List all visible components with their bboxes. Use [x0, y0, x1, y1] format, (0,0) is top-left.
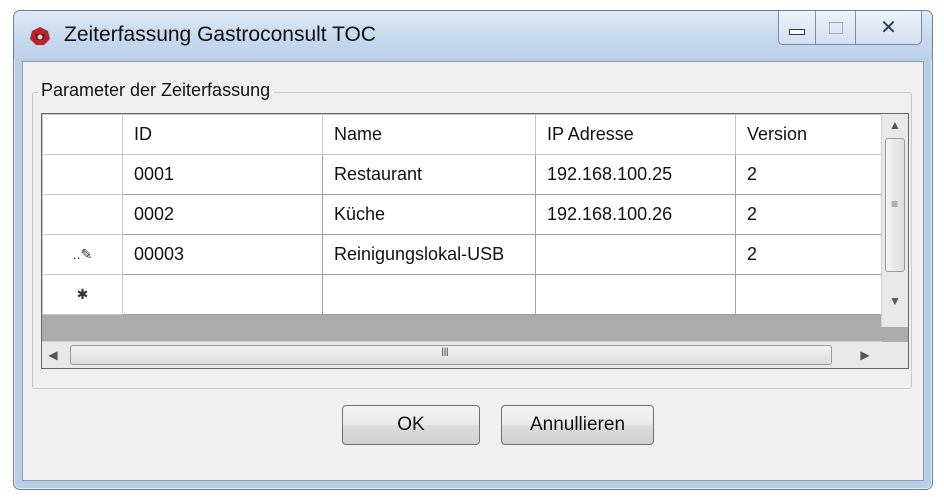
table-row[interactable]: 0002 Küche 192.168.100.26 2 — [42, 194, 891, 235]
cell-name[interactable]: Restaurant — [322, 154, 536, 195]
column-header-id[interactable]: ID — [122, 114, 323, 155]
scrollbar-corner — [882, 342, 908, 368]
window-title: Zeiterfassung Gastroconsult TOC — [64, 23, 377, 46]
dialog-client-area: Parameter der Zeiterfassung ID Name IP A… — [22, 61, 924, 481]
cell-name[interactable] — [322, 274, 536, 315]
cell-id[interactable] — [122, 274, 323, 315]
header-corner[interactable] — [42, 114, 123, 155]
close-button[interactable]: ✕ — [856, 11, 922, 45]
row-header-new-row-asterisk-icon[interactable]: ✱ — [42, 274, 123, 315]
cell-version[interactable]: 2 — [735, 154, 891, 195]
horizontal-scroll-thumb[interactable]: III — [70, 345, 832, 365]
table-row[interactable]: ..✎ 00003 Reinigungslokal-USB 2 — [42, 234, 891, 275]
cell-ip-adresse[interactable]: 192.168.100.26 — [535, 194, 736, 235]
cell-version[interactable] — [735, 274, 891, 315]
cell-ip-adresse[interactable] — [535, 234, 736, 275]
scroll-down-arrow-icon[interactable]: ▼ — [882, 290, 908, 312]
scroll-right-arrow-icon[interactable]: ▶ — [854, 342, 876, 368]
scroll-grip-icon: III — [441, 345, 449, 359]
scroll-grip-icon: ≡ — [891, 197, 899, 211]
column-header-ip-adresse[interactable]: IP Adresse — [535, 114, 736, 155]
vertical-scrollbar[interactable]: ▲ ≡ ▼ — [881, 114, 908, 327]
cell-ip-adresse[interactable] — [535, 274, 736, 315]
cancel-button[interactable]: Annullieren — [501, 405, 654, 445]
ok-button[interactable]: OK — [342, 405, 480, 445]
grid-header-row: ID Name IP Adresse Version — [42, 114, 891, 155]
scroll-up-arrow-icon[interactable]: ▲ — [882, 114, 908, 136]
column-header-name[interactable]: Name — [322, 114, 536, 155]
cell-ip-adresse[interactable]: 192.168.100.25 — [535, 154, 736, 195]
cell-id[interactable]: 0002 — [122, 194, 323, 235]
row-header[interactable] — [42, 194, 123, 235]
maximize-button[interactable] — [816, 11, 856, 45]
gastroconsult-logo-icon — [30, 27, 50, 45]
data-grid[interactable]: ID Name IP Adresse Version 0001 Restaura… — [41, 113, 909, 369]
cell-version[interactable]: 2 — [735, 234, 891, 275]
column-header-version[interactable]: Version — [735, 114, 891, 155]
grid-table: ID Name IP Adresse Version 0001 Restaura… — [42, 114, 891, 315]
horizontal-scrollbar[interactable]: ◀ III ▶ — [42, 341, 882, 368]
new-row[interactable]: ✱ — [42, 274, 891, 315]
window-controls: ✕ — [778, 11, 922, 47]
cell-version[interactable]: 2 — [735, 194, 891, 235]
table-row[interactable]: 0001 Restaurant 192.168.100.25 2 — [42, 154, 891, 195]
minimize-button[interactable] — [778, 11, 816, 45]
close-icon: ✕ — [880, 17, 897, 39]
cell-name[interactable]: Küche — [322, 194, 536, 235]
title-bar[interactable]: Zeiterfassung Gastroconsult TOC ✕ — [14, 11, 932, 59]
scroll-left-arrow-icon[interactable]: ◀ — [42, 342, 64, 368]
maximize-icon — [828, 21, 843, 34]
vertical-scroll-thumb[interactable]: ≡ — [885, 138, 905, 272]
dialog-window: Zeiterfassung Gastroconsult TOC ✕ Parame… — [13, 10, 933, 490]
cell-id[interactable]: 00003 — [122, 234, 323, 275]
minimize-icon — [789, 28, 805, 35]
row-header-edit-pencil-icon[interactable]: ..✎ — [42, 234, 123, 275]
row-header[interactable] — [42, 154, 123, 195]
cell-id[interactable]: 0001 — [122, 154, 323, 195]
groupbox-label: Parameter der Zeiterfassung — [38, 80, 275, 101]
cell-name[interactable]: Reinigungslokal-USB — [322, 234, 536, 275]
